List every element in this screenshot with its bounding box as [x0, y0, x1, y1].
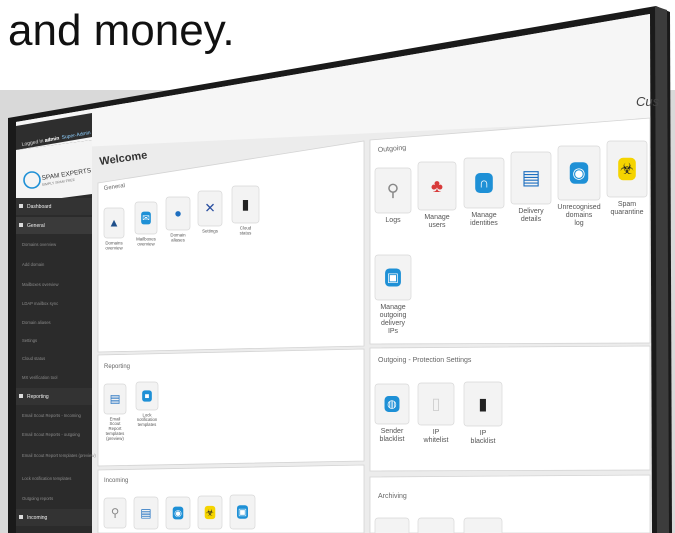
archiving-tiles [374, 517, 503, 533]
tile-label: Manage identities [470, 212, 498, 227]
sidebar-item-label[interactable]: Incoming [27, 515, 48, 521]
protection-panel [369, 345, 651, 472]
tile-label: Mailboxes overview [136, 236, 157, 246]
document-icon: ▤ [522, 167, 541, 189]
document-icon: ▤ [140, 506, 152, 520]
sidebar-item-label[interactable]: LDAP mailbox sync [22, 301, 58, 306]
home-icon [19, 204, 23, 208]
sidebar-item-label[interactable]: Email Scout Reports - Incoming [22, 413, 82, 418]
tile-biohazard[interactable]: ☣ [197, 495, 223, 530]
monitor: Logged in as: admin Super-Admin Cus SPAM… [8, 6, 672, 533]
globe-icon: ● [174, 206, 182, 220]
svg-text:◉: ◉ [572, 165, 585, 182]
svg-text:☣: ☣ [206, 507, 214, 517]
svg-text:◉: ◉ [174, 508, 182, 518]
svg-text:✉: ✉ [142, 213, 150, 223]
sidebar-item-label[interactable]: Outgoing reports [22, 496, 53, 501]
tile-domains[interactable]: ▲ Domains overview [103, 207, 125, 250]
svg-text:▣: ▣ [238, 507, 247, 518]
tile-mailbox[interactable]: ✉ Mailboxes overview [134, 201, 158, 246]
sidebar-item-label[interactable]: Reporting [27, 394, 49, 400]
reporting-title: Reporting [104, 364, 130, 370]
tile-label: Delivery details [518, 208, 544, 223]
tile-label: Settings [202, 228, 219, 233]
protection-title: Outgoing - Protection Settings [378, 357, 472, 364]
server-icon: ▮ [242, 196, 250, 212]
incoming-title: Incoming [104, 478, 128, 484]
sidebar-item-label[interactable]: General [27, 223, 45, 229]
sidebar-item-label[interactable]: Domain aliases [22, 320, 51, 325]
sidebar-item-label[interactable]: Email Scout Report templates (preview) [22, 453, 96, 458]
tile-document[interactable]: ▤ [133, 496, 159, 530]
archiving-title: Archiving [378, 493, 407, 500]
archiving-tile[interactable] [374, 517, 410, 533]
tools-icon: ✕ [204, 201, 215, 216]
svg-text:▣: ▣ [387, 271, 399, 285]
monitor-bezel-edge [655, 6, 669, 533]
tile-label: Logs [385, 217, 401, 224]
search-icon: ⚲ [111, 508, 119, 520]
tile-search[interactable]: ⚲ [103, 497, 127, 529]
sidebar-item-label[interactable]: Domains overview [22, 242, 57, 247]
tile-report-doc[interactable]: ▤Email Scout Report templates (preview) [103, 383, 127, 441]
svg-text:◍: ◍ [387, 399, 397, 411]
tile-label: Cloud status [240, 225, 253, 235]
gear-icon [19, 223, 23, 227]
sidebar-item-label[interactable]: MX verification tool [22, 375, 57, 380]
report-icon [19, 394, 23, 398]
users-icon: ♣ [431, 175, 443, 196]
tile-label: Sender blacklist [380, 428, 405, 443]
svg-text:■: ■ [145, 392, 150, 401]
domains-icon: ▲ [108, 218, 119, 230]
tile-lock[interactable]: ■Lock notification templates [135, 381, 159, 427]
tile-label: Domain aliases [170, 232, 186, 242]
sidebar-item-label[interactable]: Mailboxes overview [22, 282, 60, 287]
archiving-tile[interactable] [463, 517, 503, 533]
archiving-tile[interactable] [417, 517, 455, 533]
tile-network[interactable]: ▣ [229, 494, 256, 530]
inbox-icon [19, 515, 23, 519]
report-doc-icon: ▤ [110, 394, 121, 406]
sidebar-item-label[interactable]: Cloud status [22, 356, 45, 361]
archiving-panel [369, 474, 651, 533]
search-icon: ⚲ [387, 181, 400, 200]
svg-text:∩: ∩ [479, 175, 489, 191]
corner-text: Cus [636, 94, 660, 109]
sidebar-item-label[interactable]: Dashboard [27, 204, 52, 210]
tile-label: Domains overview [105, 240, 123, 250]
sidebar-item-label[interactable]: Settings [22, 338, 37, 343]
whitelist-icon: ▯ [432, 396, 441, 413]
protection-tiles: ◍Sender blacklist▯IP whitelist▮IP blacklist [374, 381, 503, 445]
blacklist-icon: ▮ [478, 394, 487, 413]
svg-text:☣: ☣ [620, 161, 634, 178]
sidebar-item-label[interactable]: Add domain [22, 262, 45, 267]
sidebar-item-label[interactable]: Lock notification templates [22, 476, 71, 481]
sidebar-item-label[interactable]: Email Scout Reports - outgoing [22, 432, 81, 437]
tile-clock[interactable]: ◉ [165, 496, 191, 530]
